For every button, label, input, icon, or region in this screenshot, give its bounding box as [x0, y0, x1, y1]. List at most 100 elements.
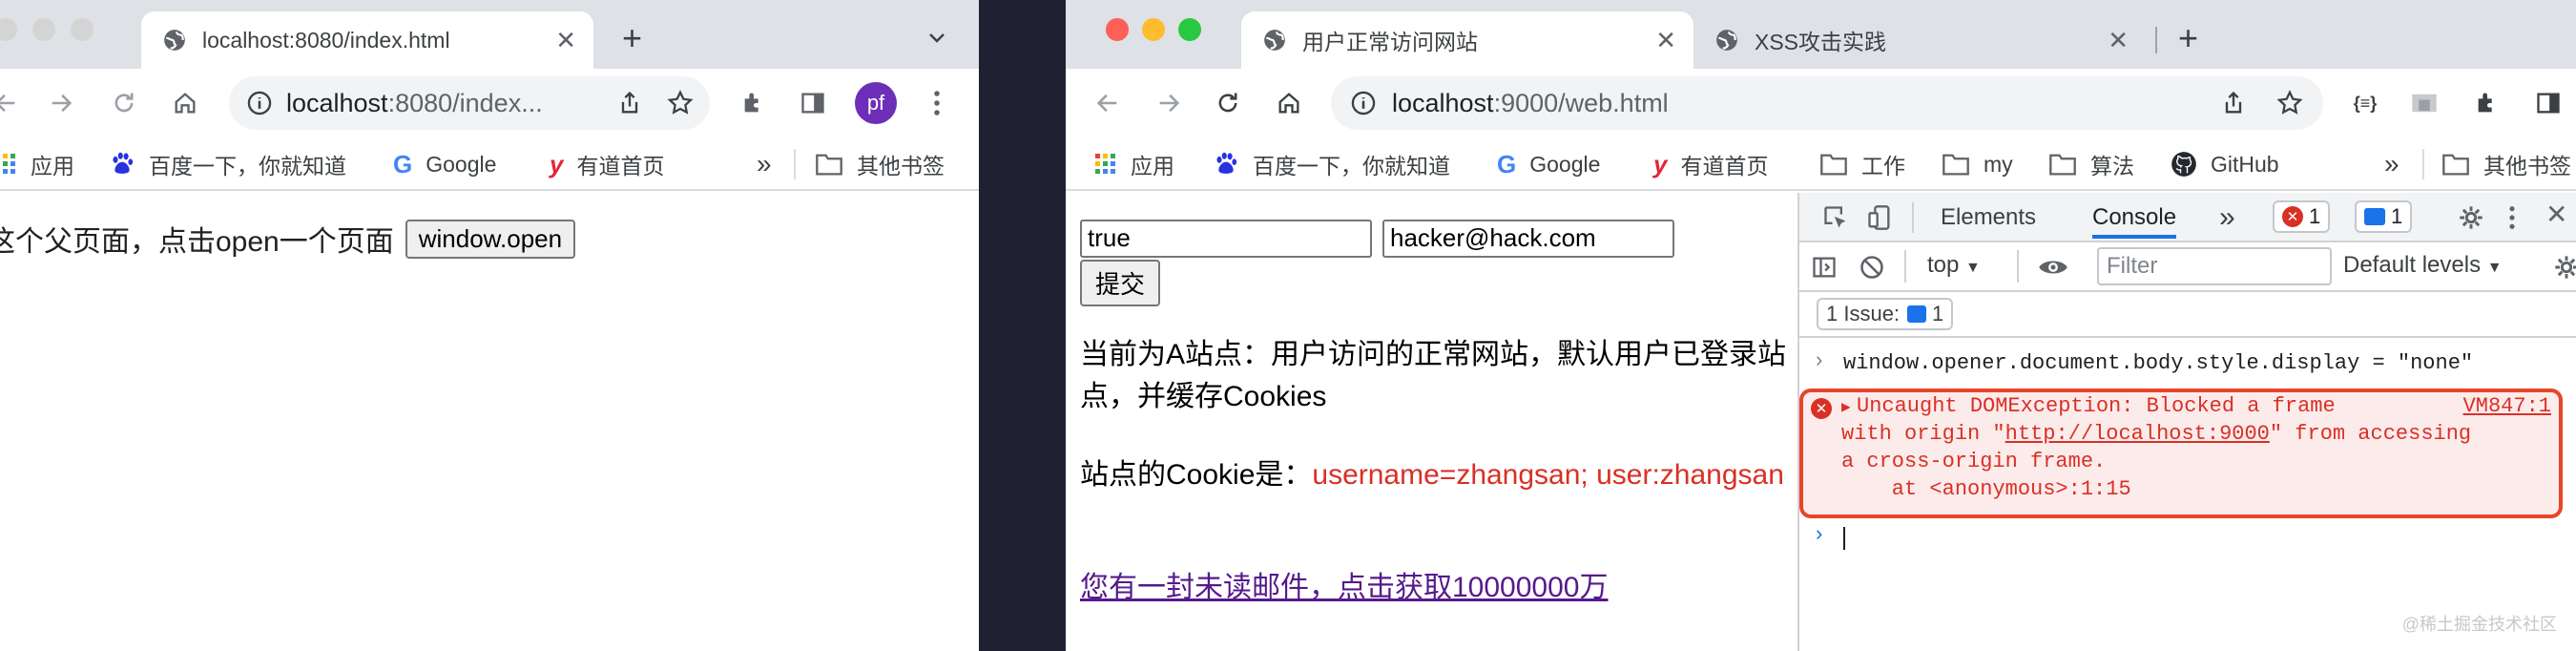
bookmark-apps[interactable]: 应用: [0, 147, 74, 181]
github-icon: [2171, 152, 2196, 177]
back-button[interactable]: [1091, 86, 1125, 120]
bookmark-other[interactable]: 其他书签: [2441, 147, 2571, 181]
submit-button[interactable]: 提交: [1080, 260, 1161, 306]
address-bar[interactable]: localhost:9000/web.html: [1331, 76, 2323, 130]
bookmark-baidu[interactable]: 百度一下，你就知道: [1213, 147, 1450, 181]
browser-tab[interactable]: localhost:8080/index.html ✕: [141, 11, 593, 69]
eye-icon[interactable]: [2038, 254, 2068, 281]
close-tab-icon[interactable]: ✕: [1655, 26, 1676, 55]
bookmark-star-icon[interactable]: [2275, 89, 2304, 117]
bookmark-work[interactable]: 工作: [1819, 147, 1905, 181]
issues-button[interactable]: 1 Issue: 1: [1817, 298, 1954, 330]
extensions-button[interactable]: [2468, 84, 2506, 122]
tab-elements[interactable]: Elements: [1941, 200, 2036, 239]
forward-button[interactable]: [1152, 86, 1186, 120]
error-source-link[interactable]: VM847:1: [2463, 392, 2551, 420]
share-icon[interactable]: [2220, 90, 2247, 116]
address-bar[interactable]: localhost:8080/index...: [229, 76, 710, 130]
back-button[interactable]: [0, 86, 23, 120]
bookmark-my[interactable]: my: [1942, 147, 2013, 181]
traffic-light-maximize[interactable]: [1178, 18, 1201, 41]
extensions-button[interactable]: [735, 84, 773, 122]
apps-grid-icon: [1095, 154, 1115, 174]
more-tabs-button[interactable]: »: [2219, 200, 2235, 239]
sidebar-toggle-icon[interactable]: [1811, 254, 1838, 281]
tab-user-site[interactable]: 用户正常访问网站 ✕: [1241, 11, 1693, 69]
reload-button[interactable]: [107, 86, 141, 120]
forward-arrow-icon: [52, 94, 73, 113]
error-count-badge[interactable]: ✕ 1: [2273, 200, 2331, 233]
parent-page-line: 这个父页面，点击open一个页面 window.open: [0, 218, 576, 260]
bookmarks-overflow-button[interactable]: »: [757, 147, 772, 181]
text-input-1[interactable]: true: [1080, 220, 1372, 258]
extension-button[interactable]: [2405, 84, 2443, 122]
bookmark-youdao[interactable]: y 有道首页: [550, 147, 664, 181]
close-tab-icon[interactable]: ✕: [555, 26, 576, 55]
home-icon: [175, 93, 196, 114]
globe-icon: [1716, 30, 1737, 51]
bookmark-github[interactable]: GitHub: [2171, 147, 2279, 181]
close-tab-icon[interactable]: ✕: [2108, 26, 2129, 55]
bookmark-algorithm[interactable]: 算法: [2048, 147, 2134, 181]
url-text: localhost:9000/web.html: [1392, 89, 2203, 118]
traffic-light-maximize[interactable]: [71, 18, 93, 41]
folder-icon: [816, 154, 842, 176]
bookmark-label: GitHub: [2211, 151, 2279, 177]
bookmark-google[interactable]: G Google: [393, 147, 496, 181]
bookmark-youdao[interactable]: y 有道首页: [1653, 147, 1768, 181]
console-error-message: ✕ ▶ Uncaught DOMException: Blocked a fra…: [1799, 388, 2563, 518]
tab-console[interactable]: Console: [2092, 200, 2177, 239]
home-button[interactable]: [1272, 86, 1306, 120]
folder-icon: [1820, 154, 1847, 176]
page-content: 这个父页面，点击open一个页面 window.open: [0, 193, 979, 651]
window-open-button[interactable]: window.open: [405, 219, 576, 259]
bookmark-apps[interactable]: 应用: [1094, 147, 1174, 181]
bookmark-star-icon[interactable]: [666, 89, 695, 117]
context-selector[interactable]: top ▼: [1927, 252, 1981, 279]
clear-console-icon[interactable]: [1859, 254, 1885, 281]
traffic-light-minimize[interactable]: [1142, 18, 1165, 41]
gear-icon[interactable]: [2458, 204, 2484, 231]
console-input-caret[interactable]: [1843, 527, 1845, 550]
menu-button[interactable]: [918, 84, 956, 122]
device-toolbar-icon[interactable]: [1866, 204, 1893, 231]
traffic-light-close[interactable]: [1106, 18, 1129, 41]
bookmark-google[interactable]: G Google: [1497, 147, 1600, 181]
avatar[interactable]: pf: [855, 82, 897, 124]
log-levels-dropdown[interactable]: Default levels ▼: [2343, 252, 2503, 279]
bookmarks-overflow-button[interactable]: »: [2384, 147, 2399, 181]
info-icon[interactable]: [1350, 90, 1377, 116]
reload-button[interactable]: [1211, 86, 1245, 120]
error-line-3: a cross-origin frame.: [1841, 450, 2107, 473]
share-icon[interactable]: [616, 90, 643, 116]
bookmark-baidu[interactable]: 百度一下，你就知道: [109, 147, 346, 181]
console-settings-gear-icon[interactable]: [2553, 254, 2576, 281]
expand-triangle-icon[interactable]: ▶: [1841, 394, 1851, 422]
side-panel-button[interactable]: [794, 84, 832, 122]
new-tab-button[interactable]: +: [2178, 19, 2198, 57]
inspect-element-icon[interactable]: [1822, 204, 1849, 231]
new-tab-button[interactable]: +: [622, 19, 642, 57]
kebab-menu-icon[interactable]: [2507, 204, 2517, 231]
tab-xss[interactable]: XSS攻击实践 ✕: [1693, 11, 2146, 69]
email-input[interactable]: hacker@hack.com: [1382, 220, 1674, 258]
traffic-light-minimize[interactable]: [32, 18, 55, 41]
cookie-line: 站点的Cookie是：username=zhangsan; user:zhang…: [1080, 454, 1786, 496]
error-url-link[interactable]: http://localhost:9000: [2005, 422, 2270, 446]
forward-button[interactable]: [44, 86, 78, 120]
divider: [2017, 250, 2019, 283]
url-host: localhost: [286, 88, 388, 117]
chevron-down-icon[interactable]: [925, 27, 948, 50]
close-devtools-icon[interactable]: ✕: [2545, 199, 2567, 230]
message-count-badge[interactable]: 1: [2355, 200, 2413, 233]
url-path: :8080/index...: [387, 88, 543, 117]
traffic-light-close[interactable]: [0, 18, 17, 41]
bookmark-other[interactable]: 其他书签: [815, 147, 945, 181]
side-panel-button[interactable]: [2529, 84, 2567, 122]
info-icon[interactable]: [246, 90, 273, 116]
filter-input[interactable]: Filter: [2097, 247, 2332, 285]
input-prompt-icon: ›: [1813, 349, 1826, 373]
home-button[interactable]: [168, 86, 202, 120]
json-extension-icon[interactable]: {≡}: [2346, 84, 2384, 122]
phishing-link[interactable]: 您有一封未读邮件，点击获取10000000万: [1080, 567, 1786, 609]
